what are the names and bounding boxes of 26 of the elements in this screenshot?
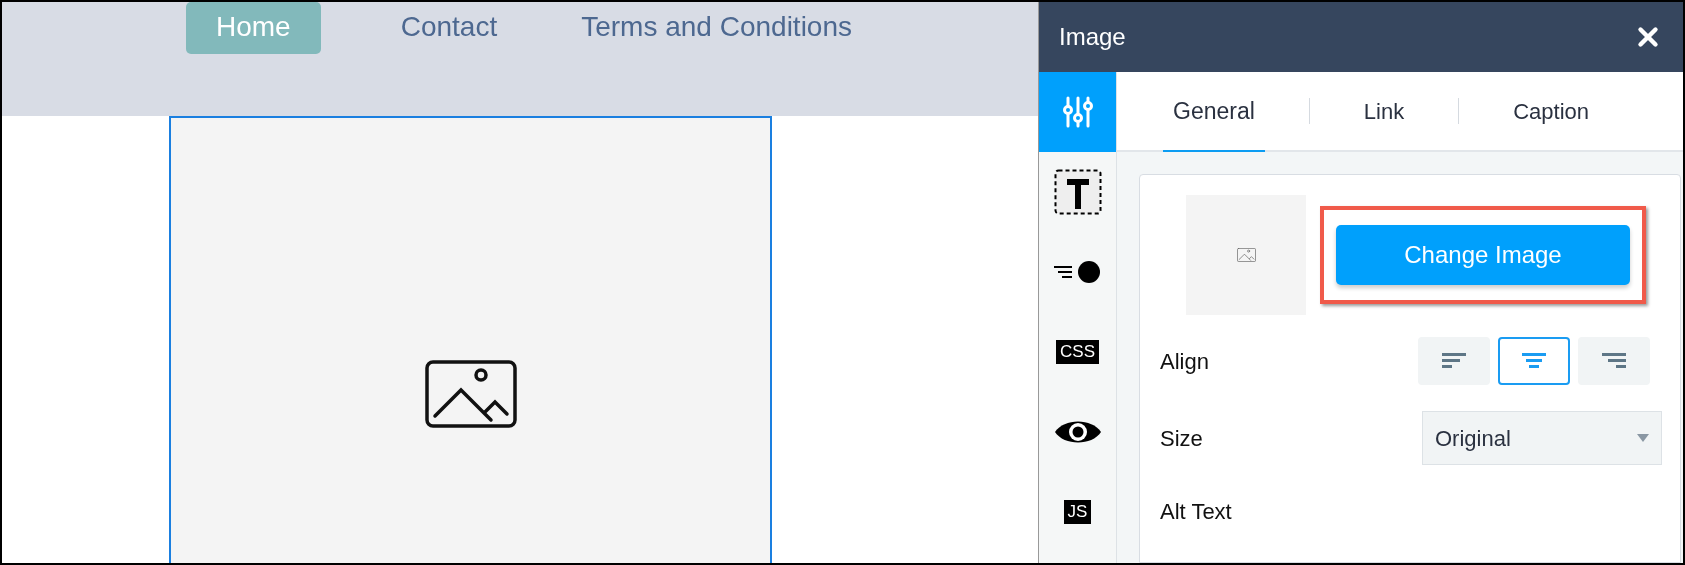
nav-link[interactable]: Contact [396, 2, 502, 54]
panel-tab[interactable]: Link [1353, 72, 1415, 152]
alt-text-label: Alt Text [1160, 499, 1232, 524]
picture-icon [424, 360, 517, 428]
align-option[interactable] [1418, 337, 1490, 385]
picture-icon [1236, 248, 1256, 262]
align-option[interactable] [1498, 337, 1570, 385]
align-icon [1442, 353, 1466, 369]
size-label: Size [1160, 424, 1203, 453]
align-icon [1522, 353, 1546, 369]
panel-tab[interactable]: General [1163, 72, 1265, 152]
caret-icon [1637, 434, 1649, 442]
size-select[interactable]: Original [1422, 411, 1662, 465]
panel-title: Image [1059, 22, 1126, 52]
code-badge: CSS [1056, 340, 1099, 364]
code-badge: JS [1063, 500, 1092, 524]
nav-link[interactable]: Terms and Conditions [577, 2, 856, 54]
tool-tab[interactable]: CSS [1039, 312, 1116, 392]
panel-tab[interactable]: Caption [1503, 72, 1600, 152]
tool-tab[interactable]: JS [1039, 472, 1116, 552]
align-icon [1602, 353, 1626, 369]
align-option[interactable] [1578, 337, 1650, 385]
motion-dot-icon [1053, 260, 1102, 284]
align-label: Align [1160, 347, 1209, 376]
text-box-icon [1053, 169, 1102, 215]
sliders-icon [1062, 96, 1093, 128]
